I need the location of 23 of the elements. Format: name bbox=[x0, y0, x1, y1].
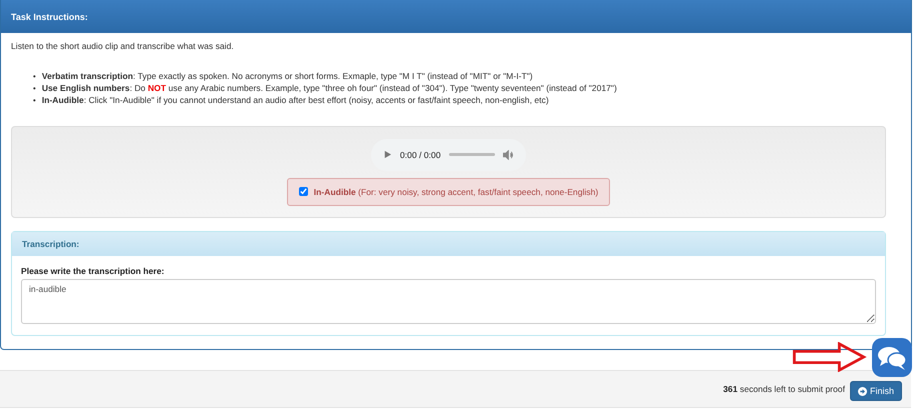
rule-text: Verbatim transcription: Type exactly as spoken. No acronyms or short forms. Exmaple, type "M I T" (instead of "MIT" or "M-I-T") bbox=[42, 71, 533, 81]
rule-text: Use English numbers: Do NOT use any Arabic numbers. Example, type "three oh four" (instead of "304"). Type "twenty seventeen" (instead of "2017") bbox=[42, 83, 617, 93]
play-icon[interactable] bbox=[383, 150, 392, 159]
arrow-icon bbox=[858, 386, 867, 396]
inaudible-checkbox[interactable] bbox=[298, 187, 308, 196]
volume-icon[interactable] bbox=[503, 150, 514, 160]
bullet: • bbox=[33, 96, 36, 105]
bullet: • bbox=[33, 72, 36, 81]
bullet: • bbox=[33, 84, 36, 93]
rule-text: In-Audible: Click "In-Audible" if you cannot understand an audio after best effort (noisy, accents or fast/faint speech, non-english, etc) bbox=[42, 95, 549, 105]
field-label: Please write the transcription here: bbox=[21, 266, 166, 276]
finish-button[interactable]: Finish bbox=[850, 381, 902, 401]
chat-button[interactable] bbox=[872, 338, 912, 377]
time-readout: 0:00 / 0:00 bbox=[400, 150, 441, 160]
transcription-field[interactable]: in-audible bbox=[21, 279, 876, 324]
intro-text: Listen to the short audio clip and transcribe what was said. bbox=[11, 41, 235, 51]
inaudible-label: In-Audible (For: very noisy, strong accent, fast/faint speech, none-English) bbox=[314, 186, 598, 196]
countdown-text: 361 seconds left to submit proof bbox=[723, 384, 845, 394]
progress-track[interactable] bbox=[448, 153, 495, 156]
transcription-title: Transcription: bbox=[12, 232, 885, 256]
panel-title: Task Instructions: bbox=[1, 0, 911, 33]
audio-player[interactable]: 0:00 / 0:00 bbox=[371, 138, 526, 170]
chat-icon bbox=[877, 344, 907, 370]
